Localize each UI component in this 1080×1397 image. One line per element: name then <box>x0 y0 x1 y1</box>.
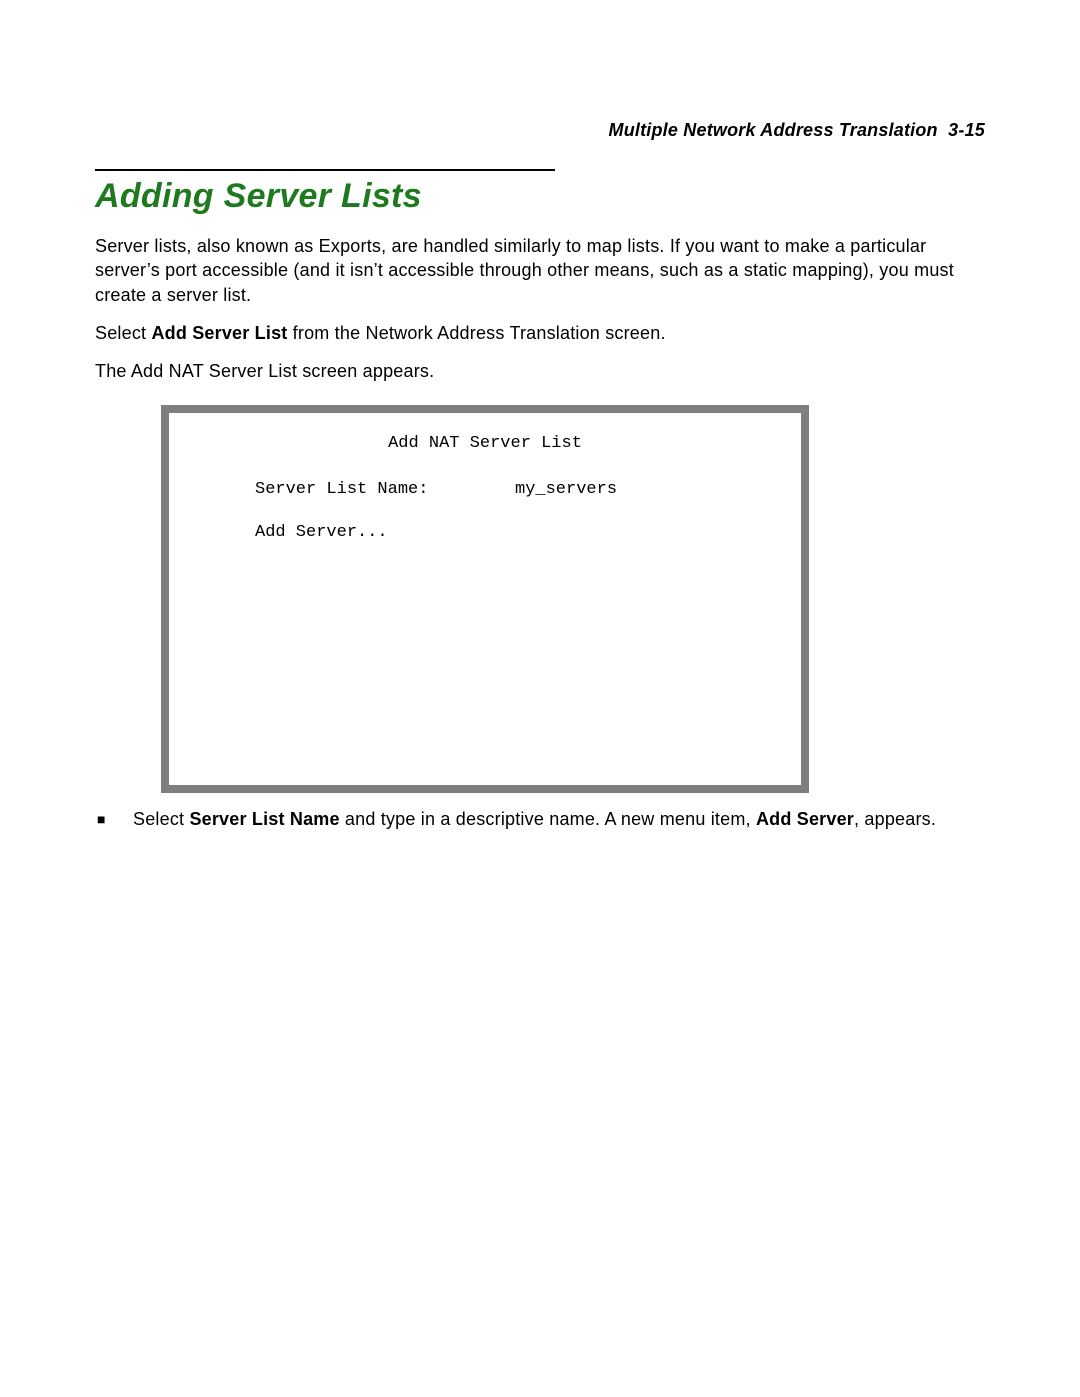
intro-paragraph: Server lists, also known as Exports, are… <box>95 234 985 307</box>
terminal-value-server-list-name: my_servers <box>515 479 617 500</box>
terminal-screenshot: Add NAT Server List Server List Name:my_s… <box>161 405 809 793</box>
step-paragraph-1: Select Add Server List from the Network … <box>95 321 985 345</box>
section-rule <box>95 169 555 171</box>
step-paragraph-2: The Add NAT Server List screen appears. <box>95 359 985 383</box>
terminal-label-add-server: Add Server... <box>255 522 515 543</box>
running-title: Multiple Network Address Translation <box>609 120 938 140</box>
terminal-label-server-list-name: Server List Name: <box>255 479 515 500</box>
terminal-row-server-list-name: Server List Name:my_servers <box>199 479 771 500</box>
step1-pre: Select <box>95 323 151 343</box>
step1-bold: Add Server List <box>151 323 287 343</box>
bullet-mid: and type in a descriptive name. A new me… <box>340 809 756 829</box>
bullet-item: ■ Select Server List Name and type in a … <box>95 807 985 831</box>
step1-post: from the Network Address Translation scr… <box>287 323 665 343</box>
bullet-pre: Select <box>133 809 189 829</box>
terminal-row-add-server: Add Server... <box>199 522 771 543</box>
page-ref: 3-15 <box>948 120 985 140</box>
bullet-post: , appears. <box>854 809 936 829</box>
section-heading: Adding Server Lists <box>95 177 985 216</box>
bullet-square-icon: ■ <box>95 807 133 831</box>
bullet-bold-2: Add Server <box>756 809 854 829</box>
bullet-text: Select Server List Name and type in a de… <box>133 807 985 831</box>
bullet-bold-1: Server List Name <box>189 809 339 829</box>
running-header: Multiple Network Address Translation 3-1… <box>95 120 985 141</box>
document-page: Multiple Network Address Translation 3-1… <box>0 0 1080 1397</box>
terminal-title: Add NAT Server List <box>199 433 771 454</box>
terminal-content: Add NAT Server List Server List Name:my_s… <box>169 413 801 785</box>
